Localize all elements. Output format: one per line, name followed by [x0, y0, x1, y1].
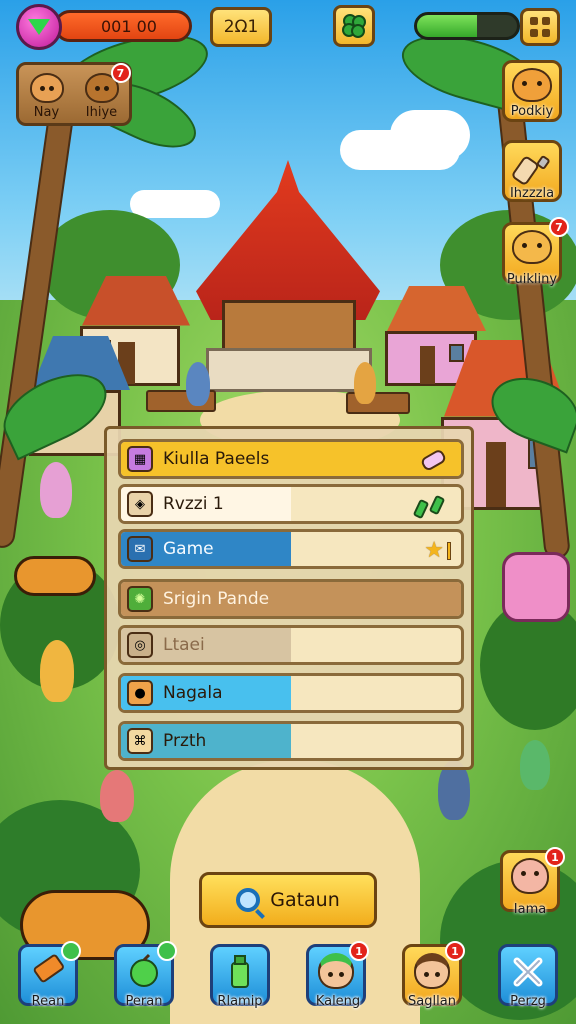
- notification-badge: 7: [110, 63, 131, 83]
- mail-icon: ✉: [127, 536, 153, 562]
- side-button-label: Ihzzzla: [509, 186, 555, 201]
- nav-label: Rlamip: [217, 994, 263, 1009]
- villager: [100, 770, 134, 822]
- villager: [520, 740, 550, 790]
- nav-label: Peran: [125, 994, 163, 1009]
- row-label: Przth: [163, 731, 207, 751]
- star-icon: ★: [424, 538, 451, 563]
- side-button-label: Podkiy: [510, 104, 554, 119]
- villager: [40, 462, 72, 518]
- fox-avatar-icon: [512, 68, 552, 102]
- search-button-label: Gataun: [270, 889, 340, 911]
- tag-icon: [33, 954, 64, 983]
- friend-ihiye[interactable]: Ihiye 7: [84, 63, 131, 120]
- pink-car: [502, 552, 570, 622]
- cloud: [130, 190, 220, 218]
- gift-box-icon: ▦: [127, 446, 153, 472]
- list-item[interactable]: ▦ Kiulla Paeels: [118, 439, 464, 479]
- list-item[interactable]: ⌘ Przth: [118, 721, 464, 761]
- notification-badge: 1: [445, 941, 465, 961]
- tiger-cub: [14, 556, 96, 596]
- woman-avatar-icon: [511, 858, 549, 894]
- row-label: Nagala: [163, 683, 223, 703]
- spiral-icon: ◎: [127, 632, 153, 658]
- friend-name: Nay: [33, 105, 60, 120]
- nav-label: Perzg: [510, 994, 546, 1009]
- row-label: Game: [163, 539, 214, 559]
- nav-label: Kaleng: [315, 994, 361, 1009]
- search-icon: [236, 888, 261, 912]
- row-label: Rvzzi 1: [163, 494, 224, 514]
- villager: [186, 362, 210, 406]
- potion-icon: [417, 448, 451, 474]
- coin-amount: 001 00: [101, 16, 157, 36]
- map-icon: ⌘: [127, 728, 153, 754]
- nav-label: Rean: [31, 994, 65, 1009]
- clover-button[interactable]: [333, 5, 375, 47]
- list-item[interactable]: ✉ Game ★: [118, 529, 464, 569]
- pavilion-base: [206, 348, 372, 392]
- villager: [40, 640, 74, 702]
- target-icon: ◈: [127, 491, 153, 517]
- friend-name: Ihiye: [85, 105, 118, 120]
- avatar-icon: [318, 953, 354, 989]
- profile-label: Iama: [513, 902, 547, 917]
- sparkle-icon: ✺: [127, 586, 153, 612]
- bottle-icon: [512, 155, 550, 185]
- fruit-basket-icon: ●: [127, 680, 153, 706]
- row-label: Kiulla Paeels: [163, 449, 270, 469]
- avatar-icon: [414, 953, 450, 989]
- row-label: Ltaei: [163, 635, 205, 655]
- list-item[interactable]: ✺ Srigin Pande: [118, 579, 464, 619]
- indicator-dot: [61, 941, 81, 961]
- fruit-icon: [130, 953, 158, 987]
- energy-bar: [414, 12, 520, 40]
- list-item[interactable]: ◎ Ltaei: [118, 625, 464, 665]
- list-item[interactable]: ● Nagala: [118, 673, 464, 713]
- coin-counter: 001 00: [54, 10, 192, 42]
- level-value: 2Ω1: [223, 17, 259, 37]
- cloud: [390, 110, 470, 160]
- energy-bar-fill: [417, 15, 477, 37]
- level-indicator[interactable]: 2Ω1: [210, 7, 272, 47]
- grid-menu-icon: [530, 17, 550, 37]
- search-button[interactable]: Gataun: [199, 872, 377, 928]
- battery-icon: [413, 493, 451, 519]
- bottle-icon: [231, 955, 249, 988]
- task-list-panel: ▦ Kiulla Paeels ◈ Rvzzi 1 ✉ Game ★ ✺ Sri…: [104, 426, 474, 770]
- notification-badge: 1: [545, 847, 565, 867]
- friends-panel: Nay Ihiye 7: [16, 62, 132, 126]
- cat-avatar-icon: [29, 73, 64, 103]
- list-item[interactable]: ◈ Rvzzi 1: [118, 484, 464, 524]
- gem-icon: [28, 19, 50, 35]
- indicator-dot: [157, 941, 177, 961]
- dog-avatar-icon: [512, 230, 552, 264]
- menu-button[interactable]: [520, 8, 560, 46]
- gem-button[interactable]: [16, 4, 62, 50]
- villager: [354, 362, 376, 404]
- side-button-label: Puikliny: [506, 272, 558, 287]
- notification-badge: 7: [549, 217, 569, 237]
- friend-nay[interactable]: Nay: [29, 73, 64, 120]
- row-label: Srigin Pande: [163, 589, 270, 609]
- nav-label: Sagllan: [408, 994, 456, 1009]
- clover-icon: [342, 14, 366, 38]
- notification-badge: 1: [349, 941, 369, 961]
- close-icon: [513, 957, 543, 987]
